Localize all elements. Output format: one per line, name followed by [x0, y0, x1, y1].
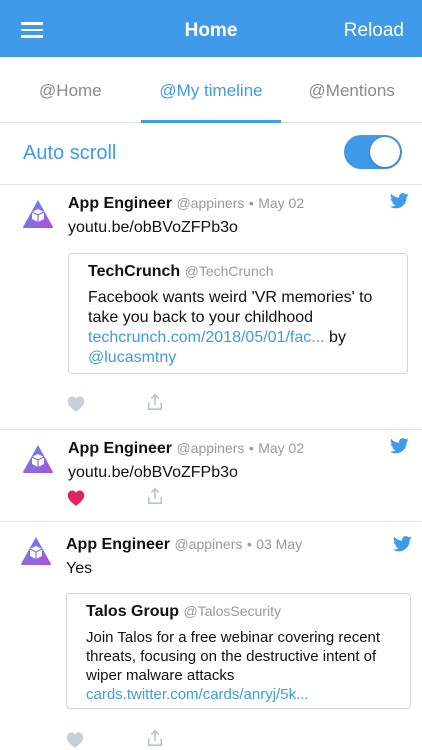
- app-engineer-avatar-icon[interactable]: [22, 199, 54, 229]
- quoted-author-handle: @TechCrunch: [184, 263, 274, 279]
- tweet-item[interactable]: App Engineer @appiners • 03 May Yes Talo…: [0, 522, 422, 750]
- tab-bar: @Home @My timeline @Mentions: [0, 57, 422, 123]
- twitter-bird-icon[interactable]: [390, 193, 409, 209]
- twitter-bird-icon[interactable]: [393, 536, 412, 552]
- author-handle[interactable]: @appiners: [176, 440, 244, 456]
- twitter-bird-icon[interactable]: [390, 438, 409, 454]
- share-icon[interactable]: [146, 729, 164, 747]
- quoted-author-name: TechCrunch: [88, 263, 181, 280]
- auto-scroll-toggle[interactable]: [344, 135, 402, 169]
- tab-my-timeline[interactable]: @My timeline: [140, 57, 282, 123]
- toggle-knob: [370, 137, 400, 167]
- auto-scroll-label: Auto scroll: [23, 142, 117, 164]
- reload-button[interactable]: Reload: [344, 20, 404, 42]
- share-icon[interactable]: [146, 487, 164, 505]
- tweet-date: May 02: [258, 440, 305, 456]
- tweet-text: Yes: [66, 560, 93, 577]
- tab-home[interactable]: @Home: [0, 57, 141, 122]
- quoted-by: by: [329, 329, 346, 346]
- quoted-author-handle: @TalosSecurity: [183, 603, 281, 619]
- tweet-date: 03 May: [256, 536, 303, 552]
- tweet-link[interactable]: youtu.be/obBVoZFPb3o: [68, 464, 238, 482]
- quoted-link[interactable]: techcrunch.com/2018/05/01/fac...: [88, 329, 325, 346]
- author-name[interactable]: App Engineer: [68, 195, 172, 212]
- share-icon[interactable]: [146, 393, 164, 411]
- navigation-bar: Home Reload: [0, 0, 422, 57]
- author-name[interactable]: App Engineer: [68, 440, 172, 457]
- quoted-mention[interactable]: @lucasmtny: [88, 349, 176, 366]
- tweet-date: May 02: [258, 195, 305, 211]
- tab-mentions[interactable]: @Mentions: [281, 57, 422, 122]
- tweet-link[interactable]: youtu.be/obBVoZFPb3o: [68, 219, 238, 237]
- menu-icon[interactable]: [21, 22, 43, 38]
- author-name[interactable]: App Engineer: [66, 536, 170, 553]
- quoted-author-name: Talos Group: [86, 603, 180, 620]
- auto-scroll-row: Auto scroll: [0, 123, 422, 185]
- quoted-link[interactable]: cards.twitter.com/cards/anryj/5k...: [86, 686, 309, 703]
- like-heart-icon[interactable]: [67, 395, 85, 413]
- like-heart-icon[interactable]: [66, 731, 84, 749]
- author-handle[interactable]: @appiners: [176, 195, 244, 211]
- author-handle[interactable]: @appiners: [174, 536, 242, 552]
- meta-separator: •: [248, 440, 254, 456]
- quoted-tweet[interactable]: TechCrunch @TechCrunch Facebook wants we…: [68, 253, 408, 374]
- quoted-text: Join Talos for a free webinar covering r…: [86, 629, 381, 684]
- tweet-item[interactable]: App Engineer @appiners • May 02 youtu.be…: [0, 185, 422, 430]
- app-engineer-avatar-icon[interactable]: [22, 444, 54, 474]
- like-heart-icon[interactable]: [67, 489, 85, 507]
- quoted-text: Facebook wants weird 'VR memories' to ta…: [88, 289, 373, 326]
- tweet-item[interactable]: App Engineer @appiners • May 02 youtu.be…: [0, 430, 422, 522]
- quoted-tweet[interactable]: Talos Group @TalosSecurity Join Talos fo…: [66, 593, 411, 709]
- meta-separator: •: [248, 195, 254, 211]
- meta-separator: •: [246, 536, 252, 552]
- app-engineer-avatar-icon[interactable]: [20, 536, 52, 566]
